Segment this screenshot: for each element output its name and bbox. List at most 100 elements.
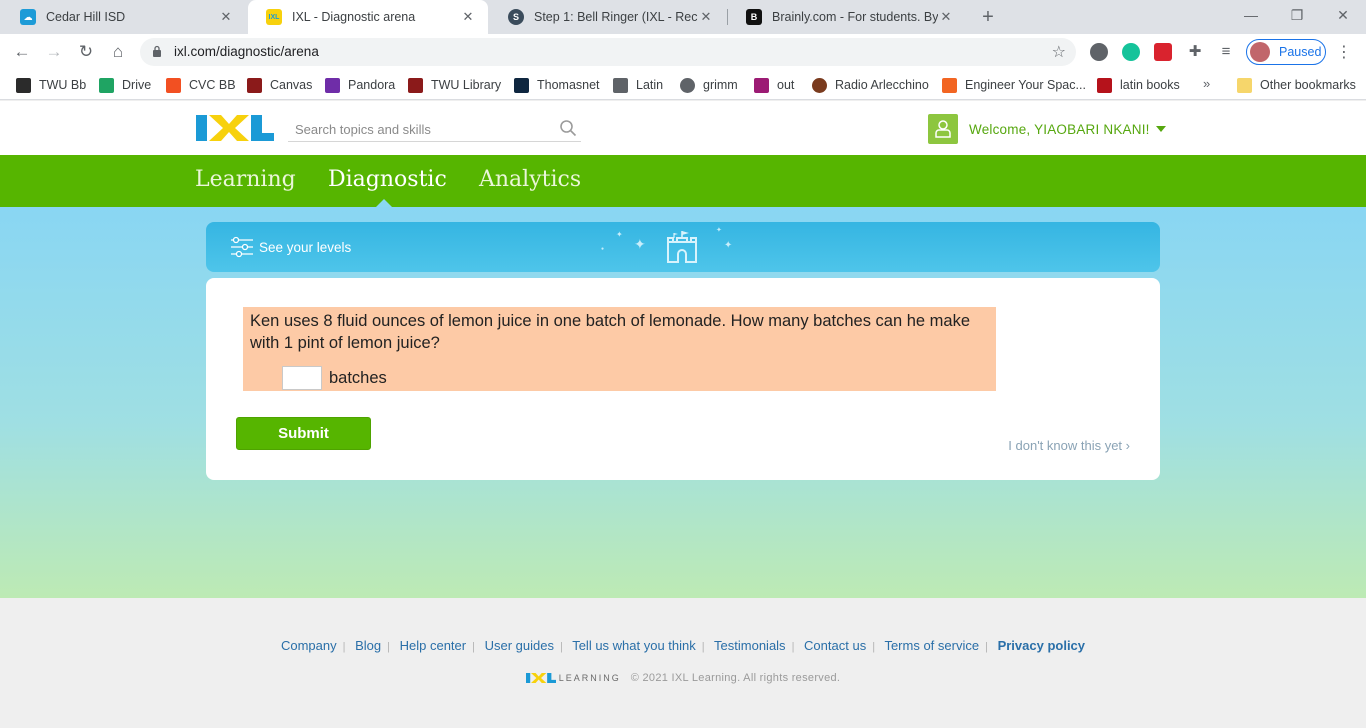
window-close-icon[interactable]: ✕ [1320, 0, 1366, 34]
nav-diagnostic[interactable]: Diagnostic [328, 167, 447, 192]
footer-links: Company | Blog | Help center | User guides |… [280, 638, 1086, 653]
footer-link-feedback[interactable]: Tell us what you think [572, 638, 696, 653]
answer-input[interactable] [282, 366, 322, 390]
bookmark-label: Latin [636, 78, 664, 92]
nav-analytics[interactable]: Analytics [479, 167, 581, 192]
footer-link-blog[interactable]: Blog [355, 638, 381, 653]
bookmarks-bar: TWU Bb Drive CVC BB Canvas Pandora TWU L… [0, 70, 1366, 100]
sparkle-icon: ● [601, 246, 605, 252]
bookmark-icon [408, 77, 423, 93]
submit-button[interactable]: Submit [236, 417, 371, 450]
tab-title: IXL - Diagnostic arena [292, 10, 416, 24]
bookmark-icon [754, 77, 769, 93]
bookmark-item[interactable]: CVC BB [166, 76, 236, 94]
back-arrow-icon[interactable]: ← [10, 40, 34, 64]
brainly-icon: B [746, 9, 762, 25]
bookmark-label: Radio Arlecchino [835, 78, 929, 92]
browser-tab-ixl[interactable]: IXL IXL - Diagnostic arena ✕ [248, 0, 488, 34]
restore-icon[interactable]: ❐ [1274, 0, 1320, 34]
close-icon[interactable]: ✕ [460, 9, 476, 25]
answer-unit: batches [329, 368, 387, 387]
browser-tab-brainly[interactable]: B Brainly.com - For students. By stu ✕ [728, 0, 966, 34]
forward-arrow-icon[interactable]: → [42, 40, 66, 64]
new-tab-button[interactable]: + [976, 5, 1000, 29]
nav-learning[interactable]: Learning [195, 167, 296, 192]
video-extension-icon[interactable] [1154, 43, 1172, 61]
bookmark-icon [16, 77, 31, 93]
see-levels-bar[interactable]: See your levels ✦ ✦ ✦ ✦ ● [206, 222, 1160, 272]
sparkle-icon: ✦ [716, 227, 722, 234]
bookmark-item[interactable]: Drive [99, 76, 151, 94]
search-input[interactable] [288, 116, 538, 142]
sparkle-icon: ✦ [724, 240, 733, 251]
bookmark-item[interactable]: Thomasnet [514, 76, 600, 94]
footer-link-testimonials[interactable]: Testimonials [714, 638, 786, 653]
home-icon[interactable]: ⌂ [106, 40, 130, 64]
ixl-icon: IXL [266, 9, 282, 25]
bookmark-label: Pandora [348, 78, 396, 92]
bookmark-icon [613, 77, 628, 93]
sync-extension-icon[interactable] [1090, 43, 1108, 61]
bookmark-item[interactable]: TWU Library [408, 76, 501, 94]
url-text: ixl.com/diagnostic/arena [174, 44, 319, 59]
ixl-logo[interactable] [196, 113, 274, 143]
bookmark-icon [99, 77, 114, 93]
cloud-icon: ☁ [20, 9, 36, 25]
bookmark-item[interactable]: Engineer Your Spac... [942, 76, 1086, 94]
bookmark-item[interactable]: Radio Arlecchino [812, 76, 929, 94]
extensions-puzzle-icon[interactable]: ✚ [1183, 40, 1207, 64]
question-text: Ken uses 8 fluid ounces of lemon juice i… [250, 312, 971, 352]
folder-icon [1237, 77, 1252, 93]
user-menu[interactable]: Welcome, YIAOBARI NKANI! [928, 114, 1166, 144]
profile-button[interactable]: Paused [1246, 39, 1326, 65]
ixl-mini-logo [525, 673, 556, 683]
browser-tab-schoology[interactable]: S Step 1: Bell Ringer (IXL - Recomm ✕ [490, 0, 726, 34]
sliders-icon [231, 236, 253, 258]
question-card: Ken uses 8 fluid ounces of lemon juice i… [206, 278, 1160, 480]
other-bookmarks[interactable]: Other bookmarks [1237, 76, 1356, 94]
close-icon[interactable]: ✕ [218, 9, 234, 25]
bookmark-star-icon[interactable]: ☆ [1052, 42, 1066, 62]
bookmark-item[interactable]: latin books [1097, 76, 1180, 94]
bookmark-item[interactable]: grimm [680, 76, 738, 94]
schoology-icon: S [508, 9, 524, 25]
footer: Company | Blog | Help center | User guides |… [0, 598, 1366, 728]
browser-tab-cedar-hill[interactable]: ☁ Cedar Hill ISD ✕ [2, 0, 246, 34]
bookmark-icon [166, 77, 181, 93]
bookmark-label: CVC BB [189, 78, 236, 92]
lock-icon [153, 45, 161, 57]
address-bar[interactable]: ixl.com/diagnostic/arena ☆ [140, 38, 1076, 66]
footer-link-company[interactable]: Company [281, 638, 337, 653]
more-bookmarks-icon[interactable]: » [1203, 76, 1210, 91]
answer-row: batches [282, 366, 387, 390]
minimize-icon[interactable]: — [1228, 0, 1274, 34]
footer-link-user-guides[interactable]: User guides [485, 638, 554, 653]
more-menu-icon[interactable]: ⋮ [1336, 42, 1352, 62]
footer-link-contact[interactable]: Contact us [804, 638, 866, 653]
reload-icon[interactable]: ↻ [74, 40, 98, 64]
globe-icon [680, 77, 695, 93]
bookmark-item[interactable]: Pandora [325, 76, 395, 94]
reading-list-icon[interactable]: ≡ [1214, 40, 1238, 64]
close-icon[interactable]: ✕ [698, 9, 714, 25]
bookmark-item[interactable]: TWU Bb [16, 76, 86, 94]
footer-link-privacy[interactable]: Privacy policy [998, 638, 1085, 653]
bookmark-label: TWU Bb [39, 78, 87, 92]
grammarly-icon[interactable] [1122, 43, 1140, 61]
bookmark-item[interactable]: Latin [613, 76, 663, 94]
bookmark-label: latin books [1120, 78, 1180, 92]
close-icon[interactable]: ✕ [938, 9, 954, 25]
footer-copyright-row: LEARNING © 2021 IXL Learning. All rights… [0, 672, 1366, 684]
bookmark-label: grimm [703, 78, 738, 92]
bookmark-label: Engineer Your Spac... [965, 78, 1086, 92]
dont-know-link[interactable]: I don't know this yet › [1008, 438, 1130, 453]
search-icon[interactable] [559, 119, 577, 137]
tab-title: Brainly.com - For students. By stu [772, 10, 938, 24]
footer-link-terms[interactable]: Terms of service [884, 638, 979, 653]
bookmark-item[interactable]: out [754, 76, 794, 94]
bookmark-label: Canvas [270, 78, 313, 92]
main-nav: Learning Diagnostic Analytics [0, 155, 1366, 207]
bookmark-item[interactable]: Canvas [247, 76, 312, 94]
footer-link-help-center[interactable]: Help center [400, 638, 466, 653]
bookmark-icon [247, 77, 262, 93]
